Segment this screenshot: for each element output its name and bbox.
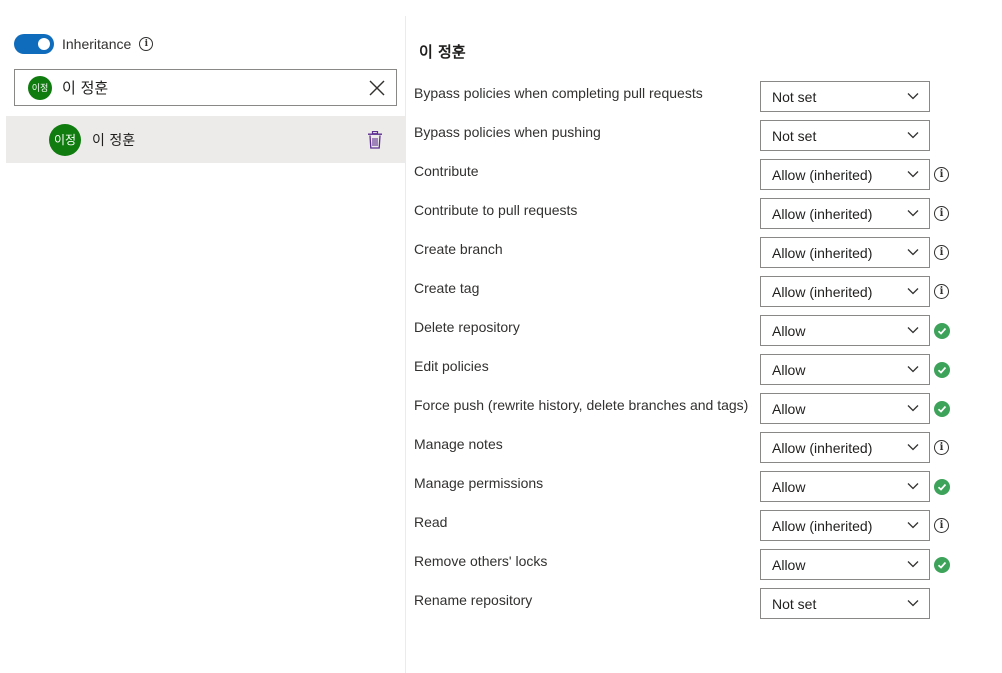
permission-label: Edit policies — [414, 358, 489, 374]
permission-value: Not set — [772, 127, 817, 144]
info-icon[interactable]: i — [934, 518, 950, 534]
search-value: 이 정훈 — [62, 79, 109, 97]
permission-dropdown[interactable]: Allow (inherited) — [760, 237, 930, 268]
permission-label: Read — [414, 514, 448, 530]
permission-row: Read Allow (inherited) i — [414, 510, 974, 541]
permission-dropdown[interactable]: Allow (inherited) — [760, 276, 930, 307]
inheritance-row: Inheritance i — [14, 33, 154, 55]
chevron-down-icon — [907, 132, 919, 139]
avatar: 이정 — [49, 123, 81, 156]
info-icon[interactable]: i — [934, 245, 950, 261]
chevron-down-icon — [907, 561, 919, 568]
permission-label: Bypass policies when pushing — [414, 124, 601, 140]
permission-label: Force push (rewrite history, delete bran… — [414, 397, 749, 413]
permission-row: Force push (rewrite history, delete bran… — [414, 393, 974, 424]
permission-row: Contribute to pull requests Allow (inheri… — [414, 198, 974, 229]
permission-dropdown[interactable]: Not set — [760, 81, 930, 112]
chevron-down-icon — [907, 210, 919, 217]
info-icon[interactable]: i — [934, 284, 950, 300]
page-title: 이 정훈 — [419, 43, 466, 61]
permission-value: Allow (inherited) — [772, 205, 873, 222]
permission-value: Not set — [772, 595, 817, 612]
permission-row: Rename repository Not set — [414, 588, 974, 619]
permission-label: Contribute to pull requests — [414, 202, 578, 218]
chevron-down-icon — [907, 249, 919, 256]
chevron-down-icon — [907, 288, 919, 295]
permission-label: Delete repository — [414, 319, 520, 335]
chevron-down-icon — [907, 483, 919, 490]
user-name: 이 정훈 — [92, 132, 136, 149]
check-icon — [934, 401, 950, 417]
permission-value: Allow (inherited) — [772, 439, 873, 456]
permission-dropdown[interactable]: Not set — [760, 120, 930, 151]
permission-value: Allow — [772, 361, 806, 378]
permission-row: Create branch Allow (inherited) i — [414, 237, 974, 268]
info-icon[interactable]: i — [139, 37, 154, 51]
chevron-down-icon — [907, 327, 919, 334]
permissions-panel: 이 정훈 Bypass policies when completing pul… — [406, 0, 1002, 673]
info-icon[interactable]: i — [934, 440, 950, 456]
permission-row: Manage permissions Allow — [414, 471, 974, 502]
inheritance-label: Inheritance — [62, 36, 132, 52]
check-icon — [934, 557, 950, 573]
info-icon[interactable]: i — [934, 167, 950, 183]
permission-dropdown[interactable]: Allow (inherited) — [760, 159, 930, 190]
chevron-down-icon — [907, 444, 919, 451]
permission-dropdown[interactable]: Allow (inherited) — [760, 198, 930, 229]
chevron-down-icon — [907, 522, 919, 529]
permission-label: Manage notes — [414, 436, 503, 452]
identity-search-input[interactable]: 이정 이 정훈 — [14, 69, 397, 106]
permission-value: Not set — [772, 88, 817, 105]
permission-label: Contribute — [414, 163, 479, 179]
inheritance-toggle[interactable] — [14, 34, 54, 54]
check-icon — [934, 362, 950, 378]
toggle-knob — [38, 38, 50, 50]
permission-dropdown[interactable]: Allow (inherited) — [760, 432, 930, 463]
chevron-down-icon — [907, 600, 919, 607]
permission-row: Remove others' locks Allow — [414, 549, 974, 580]
check-icon — [934, 323, 950, 339]
avatar: 이정 — [28, 75, 52, 100]
info-icon[interactable]: i — [934, 206, 950, 222]
permission-value: Allow (inherited) — [772, 517, 873, 534]
permission-value: Allow (inherited) — [772, 244, 873, 261]
check-icon — [934, 479, 950, 495]
permission-value: Allow — [772, 556, 806, 573]
chevron-down-icon — [907, 366, 919, 373]
permission-value: Allow — [772, 478, 806, 495]
permission-label: Bypass policies when completing pull req… — [414, 85, 703, 101]
permission-row: Edit policies Allow — [414, 354, 974, 385]
permission-label: Remove others' locks — [414, 553, 548, 569]
selected-user-row[interactable]: 이정 이 정훈 — [6, 116, 405, 163]
permission-row: Create tag Allow (inherited) i — [414, 276, 974, 307]
permission-label: Create tag — [414, 280, 480, 296]
permission-dropdown[interactable]: Allow — [760, 549, 930, 580]
permission-dropdown[interactable]: Not set — [760, 588, 930, 619]
permission-label: Rename repository — [414, 592, 533, 608]
chevron-down-icon — [907, 405, 919, 412]
identity-list-panel: Inheritance i 이정 이 정훈 이정 이 정훈 — [0, 0, 405, 673]
permission-dropdown[interactable]: Allow (inherited) — [760, 510, 930, 541]
permission-row: Manage notes Allow (inherited) i — [414, 432, 974, 463]
permission-value: Allow — [772, 322, 806, 339]
permission-value: Allow (inherited) — [772, 166, 873, 183]
permission-row: Contribute Allow (inherited) i — [414, 159, 974, 190]
chevron-down-icon — [907, 93, 919, 100]
permission-label: Create branch — [414, 241, 503, 257]
chevron-down-icon — [907, 171, 919, 178]
permission-value: Allow (inherited) — [772, 283, 873, 300]
close-icon[interactable] — [368, 79, 386, 97]
permission-dropdown[interactable]: Allow — [760, 315, 930, 346]
permission-row: Delete repository Allow — [414, 315, 974, 346]
permission-dropdown[interactable]: Allow — [760, 393, 930, 424]
permission-dropdown[interactable]: Allow — [760, 354, 930, 385]
permission-row: Bypass policies when completing pull req… — [414, 81, 974, 112]
permission-value: Allow — [772, 400, 806, 417]
permission-dropdown[interactable]: Allow — [760, 471, 930, 502]
permission-row: Bypass policies when pushing Not set — [414, 120, 974, 151]
trash-icon[interactable] — [367, 131, 383, 149]
permission-label: Manage permissions — [414, 475, 544, 491]
